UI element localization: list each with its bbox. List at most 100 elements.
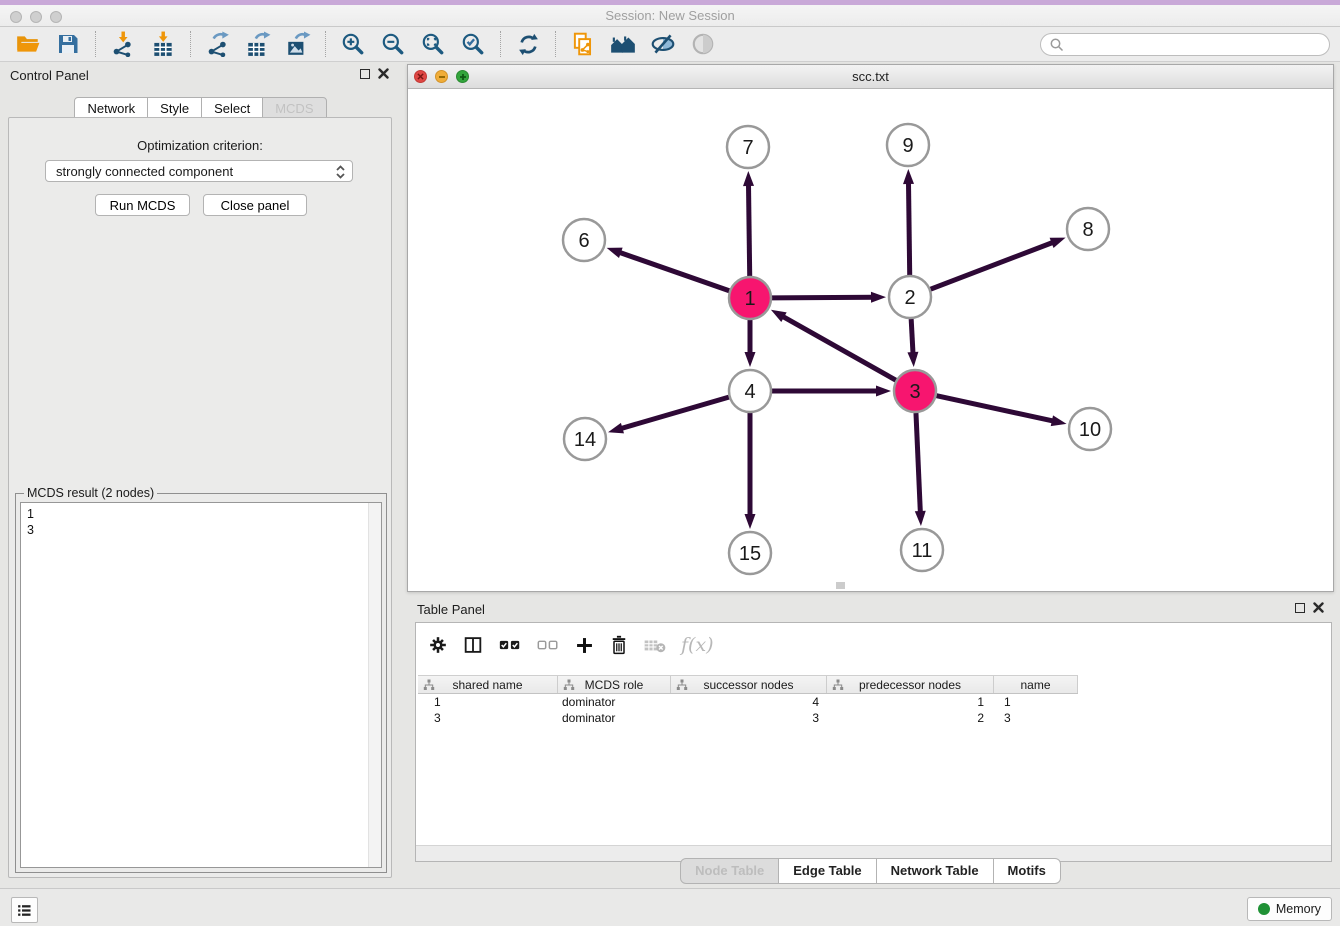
mcds-result-group: MCDS result (2 nodes) 1 3 xyxy=(15,493,387,873)
graph-edge-3-1[interactable] xyxy=(780,315,895,380)
memory-button-label: Memory xyxy=(1276,902,1321,916)
table-panel-title: Table Panel xyxy=(417,602,485,617)
tab-edge-table[interactable]: Edge Table xyxy=(778,858,876,884)
node-table-container: f(x) shared name MCDS role successor nod… xyxy=(415,622,1332,862)
network-graph-svg: 1234678910111415 xyxy=(408,89,1333,591)
delete-table-disabled-icon xyxy=(643,636,667,654)
network-canvas[interactable]: 1234678910111415 xyxy=(408,89,1333,591)
task-history-button[interactable] xyxy=(11,897,38,923)
optimization-criterion-value: strongly connected component xyxy=(56,164,233,179)
mcds-result-area[interactable]: 1 3 xyxy=(20,502,382,868)
graph-edge-1-2[interactable] xyxy=(772,297,875,298)
task-list-icon xyxy=(16,902,33,919)
graph-node-label-11: 11 xyxy=(912,540,933,562)
graph-node-label-2: 2 xyxy=(904,287,915,309)
graph-node-label-1: 1 xyxy=(744,288,755,310)
column-header-successor-nodes[interactable]: successor nodes xyxy=(671,676,827,693)
control-panel: Control Panel Network Style Select MCDS … xyxy=(0,62,401,888)
tree-icon xyxy=(676,679,688,691)
zoom-in-icon[interactable] xyxy=(337,29,369,59)
column-header-shared-name[interactable]: shared name xyxy=(418,676,558,693)
graph-edge-2-9[interactable] xyxy=(908,180,909,275)
graph-node-label-8: 8 xyxy=(1082,219,1093,241)
zoom-out-icon[interactable] xyxy=(377,29,409,59)
graph-edge-2-3[interactable] xyxy=(911,319,913,356)
graph-arrowhead xyxy=(743,171,754,186)
select-all-columns-icon[interactable] xyxy=(498,635,522,655)
memory-button[interactable]: Memory xyxy=(1247,897,1332,921)
toolbar-separator xyxy=(325,31,326,57)
refresh-layout-icon[interactable] xyxy=(512,29,544,59)
memory-status-icon xyxy=(1258,903,1270,915)
graph-node-label-9: 9 xyxy=(902,135,913,157)
app-titlebar: Session: New Session xyxy=(0,0,1340,27)
graph-arrowhead xyxy=(907,352,918,367)
add-row-icon[interactable] xyxy=(574,635,595,656)
toolbar-separator xyxy=(95,31,96,57)
main-toolbar xyxy=(0,27,1340,62)
close-panel-icon[interactable] xyxy=(378,68,389,79)
tab-motifs[interactable]: Motifs xyxy=(993,858,1061,884)
unselect-all-columns-icon[interactable] xyxy=(536,635,560,655)
copy-network-icon[interactable] xyxy=(567,29,599,59)
node-table: shared name MCDS role successor nodes pr… xyxy=(418,675,1078,726)
column-header-mcds-role[interactable]: MCDS role xyxy=(558,676,671,693)
graph-edge-1-6[interactable] xyxy=(617,252,729,291)
export-table-icon[interactable] xyxy=(242,29,274,59)
hide-panels-icon[interactable] xyxy=(647,29,679,59)
titlebar-accent xyxy=(0,0,1340,5)
zoom-selected-icon[interactable] xyxy=(457,29,489,59)
close-panel-button[interactable]: Close panel xyxy=(203,194,307,216)
table-tabs: Node Table Edge Table Network Table Moti… xyxy=(407,858,1334,884)
table-panel: Table Panel f(x) shared name xyxy=(407,596,1334,886)
import-network-icon[interactable] xyxy=(107,29,139,59)
column-header-name[interactable]: name xyxy=(994,676,1078,693)
zoom-fit-icon[interactable] xyxy=(417,29,449,59)
graph-edge-2-8[interactable] xyxy=(931,241,1056,289)
import-table-icon[interactable] xyxy=(147,29,179,59)
home-icon[interactable] xyxy=(607,29,639,59)
graph-edge-1-7[interactable] xyxy=(748,182,749,276)
window-title: Session: New Session xyxy=(0,8,1340,23)
toolbar-separator xyxy=(190,31,191,57)
control-panel-title: Control Panel xyxy=(10,68,89,83)
canvas-scroll-thumb[interactable] xyxy=(836,582,845,589)
graph-node-label-6: 6 xyxy=(578,230,589,252)
delete-row-icon[interactable] xyxy=(609,634,629,656)
graph-edge-3-10[interactable] xyxy=(936,396,1055,422)
result-scrollbar[interactable] xyxy=(368,503,381,867)
table-row[interactable]: 3 dominator 3 2 3 xyxy=(418,710,1078,726)
tab-node-table[interactable]: Node Table xyxy=(680,858,779,884)
float-panel-icon[interactable] xyxy=(360,69,370,79)
export-image-icon[interactable] xyxy=(282,29,314,59)
table-header-row: shared name MCDS role successor nodes pr… xyxy=(418,675,1078,694)
mcds-result-title: MCDS result (2 nodes) xyxy=(24,486,157,500)
network-window-title: scc.txt xyxy=(408,69,1333,84)
export-network-icon[interactable] xyxy=(202,29,234,59)
split-columns-icon[interactable] xyxy=(462,634,484,656)
mcds-result-text: 1 3 xyxy=(21,503,367,867)
select-stepper-icon xyxy=(333,163,348,181)
run-mcds-button[interactable]: Run MCDS xyxy=(95,194,190,216)
optimization-criterion-label: Optimization criterion: xyxy=(9,138,391,153)
search-input[interactable] xyxy=(1040,33,1330,56)
function-builder-icon: f(x) xyxy=(681,634,714,656)
close-table-panel-icon[interactable] xyxy=(1313,602,1324,613)
mcds-panel: Optimization criterion: strongly connect… xyxy=(8,117,392,878)
tree-icon xyxy=(563,679,575,691)
graph-arrowhead xyxy=(1050,238,1066,248)
graph-arrowhead xyxy=(871,292,886,303)
network-view-window: scc.txt 1234678910111415 xyxy=(407,64,1334,592)
open-session-icon[interactable] xyxy=(12,29,44,59)
table-row[interactable]: 1 dominator 4 1 1 xyxy=(418,694,1078,710)
column-header-predecessor-nodes[interactable]: predecessor nodes xyxy=(827,676,994,693)
table-settings-icon[interactable] xyxy=(428,635,448,655)
tab-network-table[interactable]: Network Table xyxy=(876,858,994,884)
optimization-criterion-select[interactable]: strongly connected component xyxy=(45,160,353,182)
graph-edge-4-14[interactable] xyxy=(619,397,729,429)
save-session-icon[interactable] xyxy=(52,29,84,59)
graph-arrowhead xyxy=(903,169,914,184)
float-table-panel-icon[interactable] xyxy=(1295,603,1305,613)
network-window-titlebar[interactable]: scc.txt xyxy=(408,65,1333,89)
graph-edge-3-11[interactable] xyxy=(916,413,920,515)
